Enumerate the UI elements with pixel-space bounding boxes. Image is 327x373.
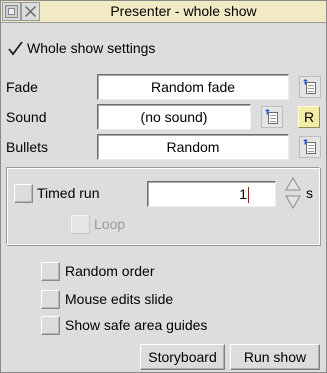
whole-show-checkbox[interactable] [6, 39, 25, 58]
safe-area-label: Show safe area guides [65, 317, 208, 333]
window-title: Presenter - whole show [110, 3, 257, 19]
loop-label: Loop [94, 216, 126, 232]
timed-run-field[interactable]: 1 [147, 181, 276, 207]
loop-checkbox[interactable] [71, 215, 90, 234]
bullets-field[interactable]: Random [97, 134, 289, 160]
tick-icon [8, 41, 23, 56]
safe-area-checkbox[interactable] [41, 316, 60, 335]
sound-field[interactable]: (no sound) [97, 104, 251, 130]
mouse-edits-label: Mouse edits slide [65, 291, 174, 307]
popup-menu-icon [303, 139, 316, 154]
random-order-label: Random order [65, 263, 155, 279]
fade-field[interactable]: Random fade [97, 74, 289, 100]
back-icon[interactable] [2, 2, 21, 21]
timed-run-value: 1 [239, 186, 247, 202]
sound-label: Sound [6, 109, 47, 125]
timed-run-checkbox[interactable] [14, 184, 33, 203]
presenter-window: Presenter - whole show Whole show settin… [0, 0, 327, 373]
storyboard-button[interactable]: Storyboard [140, 344, 225, 370]
random-order-checkbox[interactable] [41, 262, 60, 281]
sound-r-button[interactable]: R [298, 106, 320, 128]
fade-label: Fade [6, 79, 38, 95]
text-caret [248, 187, 249, 204]
title-bar[interactable]: Presenter - whole show [1, 1, 326, 23]
sound-menu-button[interactable] [261, 106, 283, 128]
bullets-label: Bullets [6, 139, 49, 155]
close-icon[interactable] [21, 2, 40, 21]
up-down-arrows-icon [285, 177, 301, 209]
run-show-button[interactable]: Run show [230, 344, 320, 370]
timed-run-stepper[interactable] [285, 177, 301, 209]
popup-menu-icon [265, 109, 278, 124]
timed-run-label: Timed run [37, 185, 100, 201]
mouse-edits-checkbox[interactable] [41, 290, 60, 309]
whole-show-label: Whole show settings [27, 40, 156, 56]
popup-menu-icon [303, 79, 316, 94]
timed-run-unit: s [306, 185, 313, 201]
fade-menu-button[interactable] [299, 76, 321, 98]
bullets-menu-button[interactable] [299, 136, 321, 158]
